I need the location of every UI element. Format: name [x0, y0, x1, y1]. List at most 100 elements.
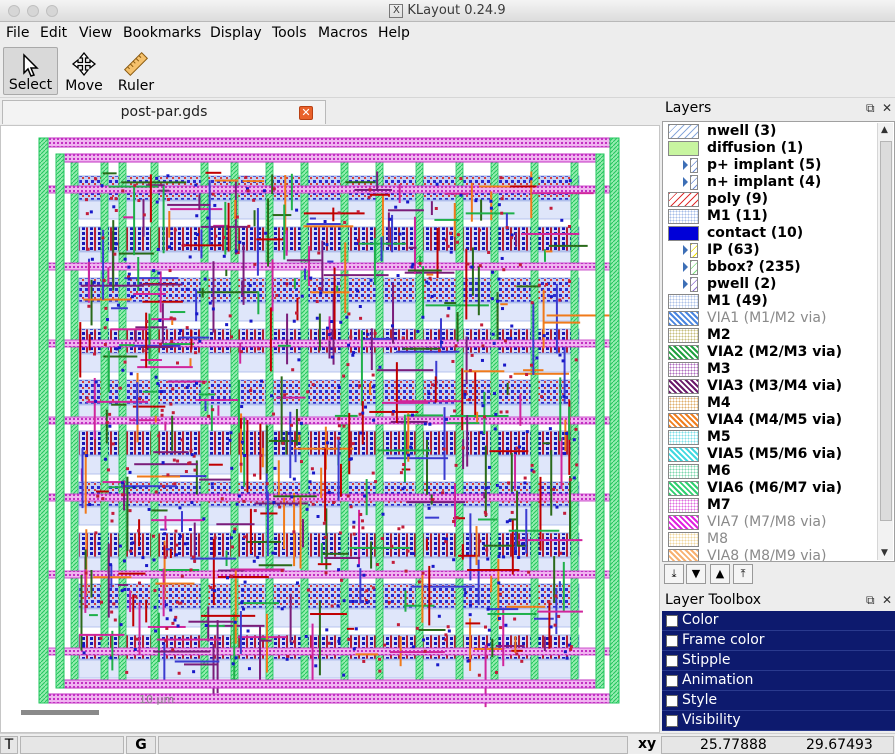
expand-arrow-icon[interactable] [683, 245, 688, 255]
menu-file[interactable]: File [6, 24, 29, 42]
close-panel-icon[interactable]: ✕ [882, 101, 892, 115]
layer-row[interactable]: VIA8 (M8/M9 via) [663, 548, 875, 561]
float-panel-icon[interactable]: ⧉ [866, 101, 875, 116]
layer-row[interactable]: VIA3 (M3/M4 via) [663, 378, 875, 395]
select-tool-button[interactable]: Select [3, 47, 58, 95]
layer-row[interactable]: M6 [663, 463, 875, 480]
color-checkbox[interactable] [666, 615, 678, 627]
animation-checkbox[interactable] [666, 675, 678, 687]
move-down-icon[interactable]: ▼ [686, 564, 706, 584]
menu-help[interactable]: Help [378, 24, 410, 42]
via-contact [127, 277, 131, 281]
ruler-tool-button[interactable]: Ruler [110, 47, 162, 95]
close-tab-icon[interactable]: ✕ [299, 106, 313, 120]
toolbox-section-frame-color[interactable]: Frame color [662, 631, 895, 651]
expand-arrow-icon[interactable] [683, 279, 688, 289]
horizontal-route [508, 529, 560, 532]
via-contact [337, 639, 341, 643]
power-ring-top [38, 137, 620, 148]
tab-label: post-par.gds [120, 104, 208, 120]
toolbox-section-color[interactable]: Color [662, 611, 895, 631]
layer-row[interactable]: M2 [663, 327, 875, 344]
expand-arrow-icon[interactable] [683, 177, 688, 187]
layer-row[interactable]: VIA4 (M4/M5 via) [663, 412, 875, 429]
layer-name: M7 [707, 497, 731, 513]
layer-name: VIA7 (M7/M8 via) [707, 514, 827, 530]
via-contact [179, 601, 183, 605]
layer-row[interactable]: nwell (3) [663, 123, 875, 140]
layer-row[interactable]: n+ implant (4) [663, 174, 875, 191]
toolbox-section-stipple[interactable]: Stipple [662, 651, 895, 671]
scroll-thumb[interactable] [880, 141, 892, 521]
visibility-checkbox[interactable] [666, 715, 678, 727]
layer-row[interactable]: contact (10) [663, 225, 875, 242]
stipple-checkbox[interactable] [666, 655, 678, 667]
frame-color-checkbox[interactable] [666, 635, 678, 647]
horizontal-route [273, 495, 317, 498]
layout-view[interactable] [1, 126, 659, 732]
scroll-down-arrow-icon[interactable]: ▼ [881, 548, 888, 558]
maximize-window-button[interactable] [46, 5, 58, 17]
layer-row[interactable]: VIA2 (M2/M3 via) [663, 344, 875, 361]
layer-row[interactable]: bbox? (235) [663, 259, 875, 276]
menu-tools[interactable]: Tools [272, 24, 307, 42]
menu-display[interactable]: Display [210, 24, 262, 42]
scroll-up-arrow-icon[interactable]: ▲ [881, 125, 888, 135]
via-contact [213, 203, 217, 207]
layer-row[interactable]: IP (63) [663, 242, 875, 259]
menu-bookmarks[interactable]: Bookmarks [123, 24, 201, 42]
minimize-window-button[interactable] [27, 5, 39, 17]
expand-arrow-icon[interactable] [683, 262, 688, 272]
menu-view[interactable]: View [79, 24, 112, 42]
close-toolbox-icon[interactable]: ✕ [882, 593, 892, 607]
layer-row[interactable]: pwell (2) [663, 276, 875, 293]
via-contact [557, 614, 561, 618]
via-contact [487, 465, 491, 469]
layer-row[interactable]: poly (9) [663, 191, 875, 208]
close-window-button[interactable] [8, 5, 20, 17]
via-contact [194, 183, 198, 187]
tab-post-par[interactable]: post-par.gds ✕ [2, 100, 326, 124]
layer-row[interactable]: M8 [663, 531, 875, 548]
via-contact [520, 542, 524, 546]
via-contact [434, 206, 438, 210]
layer-row[interactable]: VIA5 (M5/M6 via) [663, 446, 875, 463]
layer-row[interactable]: M1 (11) [663, 208, 875, 225]
via-contact [280, 569, 284, 573]
expand-arrow-icon[interactable] [683, 160, 688, 170]
menu-edit[interactable]: Edit [40, 24, 67, 42]
toolbox-label: Visibility [682, 712, 741, 728]
toolbox-section-style[interactable]: Style [662, 691, 895, 711]
move-to-bottom-icon[interactable]: ⤓ [664, 564, 684, 584]
toolbox-section-visibility[interactable]: Visibility [662, 711, 895, 731]
layer-row[interactable]: M4 [663, 395, 875, 412]
layer-row[interactable]: M7 [663, 497, 875, 514]
menu-macros[interactable]: Macros [318, 24, 368, 42]
vertical-route [111, 630, 114, 671]
via-contact [562, 394, 566, 398]
layout-canvas[interactable]: 10 µm [0, 125, 660, 733]
via-contact [169, 608, 173, 612]
style-checkbox[interactable] [666, 695, 678, 707]
vertical-route [337, 438, 340, 501]
layer-row[interactable]: VIA6 (M6/M7 via) [663, 480, 875, 497]
vertical-route [299, 496, 302, 569]
move-tool-button[interactable]: Move [60, 47, 108, 95]
layer-row[interactable]: VIA1 (M1/M2 via) [663, 310, 875, 327]
toolbox-section-animation[interactable]: Animation [662, 671, 895, 691]
via-contact [110, 610, 114, 614]
layers-scrollbar[interactable]: ▲ ▼ [877, 123, 893, 560]
layer-row[interactable]: M1 (49) [663, 293, 875, 310]
float-toolbox-icon[interactable]: ⧉ [866, 593, 875, 608]
horizontal-route [477, 518, 498, 521]
layers-list[interactable]: nwell (3) diffusion (1) p+ implant (5) n+ i… [662, 121, 895, 562]
via-contact [549, 295, 553, 299]
via-contact [326, 441, 330, 445]
move-to-top-icon[interactable]: ⤒ [733, 564, 753, 584]
layer-row[interactable]: diffusion (1) [663, 140, 875, 157]
layer-row[interactable]: M3 [663, 361, 875, 378]
layer-row[interactable]: p+ implant (5) [663, 157, 875, 174]
layer-row[interactable]: M5 [663, 429, 875, 446]
move-up-icon[interactable]: ▲ [710, 564, 730, 584]
layer-row[interactable]: VIA7 (M7/M8 via) [663, 514, 875, 531]
